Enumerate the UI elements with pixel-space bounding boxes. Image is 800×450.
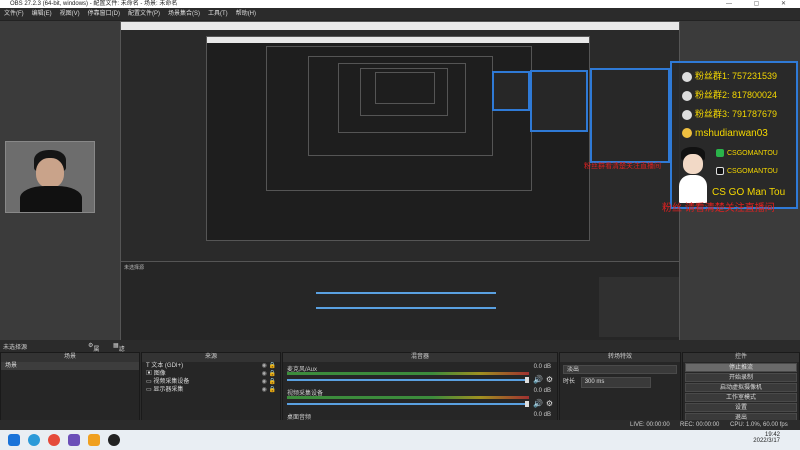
source-toolbar: 未选择源 ⚙ 属性 ▦ 滤镜 (0, 340, 800, 362)
menu-help[interactable]: 帮助(H) (232, 8, 260, 21)
fan-group-1: 粉丝群1: 757231539 (682, 69, 777, 84)
gear-icon[interactable]: ⚙ (546, 375, 553, 384)
mixer-channel: 视频采集设备 0.0 dB 🔊 ⚙ (287, 388, 553, 408)
app-icon[interactable] (68, 434, 80, 446)
menu-docks[interactable]: 停靠窗口(D) (84, 8, 124, 21)
menu-file[interactable]: 文件(F) (0, 8, 28, 21)
menu-tools[interactable]: 工具(T) (204, 8, 232, 21)
studio-mode-button[interactable]: 工作室模式 (685, 393, 797, 402)
text-icon: T (146, 363, 150, 369)
source-item[interactable]: ▭ 显示器采集 ◉ 🔒 (142, 386, 280, 394)
status-bar: LIVE: 00:00:00 REC: 00:00:00 CPU: 1.0%, … (0, 420, 800, 430)
window-title: OBS 27.2.3 (64-bit, windows) - 配置文件: 未命名… (10, 1, 178, 7)
scenes-header: 场景 (1, 353, 139, 362)
mixer-channel: 麦克风/Aux 0.0 dB 🔊 ⚙ (287, 364, 553, 384)
avatar-icon (682, 71, 692, 82)
source-item[interactable]: T 文本 (GDI+) ◉ 🔒 (142, 362, 280, 370)
red-caption: 粉丝 请看清楚关注直播间 (662, 203, 775, 214)
menubar: 文件(F) 编辑(E) 视图(V) 停靠窗口(D) 配置文件(P) 场景集合(S) 工具(T… (0, 8, 800, 21)
chrome-icon[interactable] (48, 434, 60, 446)
wechat-row: CSGOMANTOU (716, 149, 778, 157)
speaker-icon[interactable]: 🔊 (533, 375, 543, 384)
edge-icon[interactable] (28, 434, 40, 446)
avatar-icon (682, 90, 692, 101)
gear-icon[interactable]: ⚙ (546, 399, 553, 408)
duration-input[interactable]: 300 ms (580, 377, 651, 388)
handle-row: CS GO Man Tou (712, 187, 786, 198)
stop-streaming-button[interactable]: 停止推流 (685, 363, 797, 372)
fan-group-3: 粉丝群3: 791787679 (682, 107, 777, 122)
nested-info-box (530, 70, 588, 132)
menu-view[interactable]: 视图(V) (56, 8, 84, 21)
cpu-fps: CPU: 1.0%, 60.00 fps (730, 422, 788, 428)
virtual-camera-button[interactable]: 启动虚拟摄像机 (685, 383, 797, 392)
fan-info-box: 粉丝群1: 757231539 粉丝群2: 817800024 粉丝群3: 79… (670, 61, 798, 209)
source-item[interactable]: ▣ 图像 ◉ 🔒 (142, 370, 280, 378)
fan-group-2: 粉丝群2: 817800024 (682, 88, 777, 103)
nested-obs-frame (375, 72, 435, 104)
eye-icon[interactable]: ◉ 🔒 (262, 370, 276, 378)
controls-header: 控件 (683, 353, 799, 362)
image-icon: ▣ (146, 371, 153, 377)
preview-canvas[interactable]: 粉丝群看清楚关注直播间 未选择源 粉丝群1: 757231539 粉丝群2: 8… (0, 21, 800, 340)
window-controls[interactable]: — ▢ ✕ (726, 0, 796, 8)
volume-slider[interactable] (287, 379, 529, 381)
duration-row: 时长 300 ms (563, 377, 677, 388)
avatar-icon (682, 109, 692, 120)
properties-button[interactable]: ⚙ 属性 (88, 342, 99, 362)
mixer-header: 混音器 (283, 353, 557, 362)
app-icon[interactable] (88, 434, 100, 446)
nested-preview-label: 未选择源 (124, 265, 145, 271)
rec-timer: REC: 00:00:00 (680, 422, 720, 428)
windows-start-icon[interactable] (8, 434, 20, 446)
menu-scene-collection[interactable]: 场景集合(S) (164, 8, 204, 21)
sources-header: 来源 (142, 353, 280, 362)
volume-knob[interactable] (525, 401, 529, 407)
settings-button[interactable]: 设置 (685, 403, 797, 412)
speaker-icon[interactable]: 🔊 (533, 399, 543, 408)
nested-red-caption: 粉丝群看清楚关注直播间 (584, 163, 661, 170)
no-source-label: 未选择源 (3, 345, 28, 351)
system-clock[interactable]: 19:42 2022/3/17 (753, 432, 780, 444)
menu-profile[interactable]: 配置文件(P) (124, 8, 164, 21)
obs-icon[interactable] (108, 434, 120, 446)
camera-icon: ▭ (146, 379, 152, 385)
nested-info-box (590, 68, 670, 163)
eye-icon[interactable]: ◉ 🔒 (262, 386, 276, 394)
transitions-header: 转场特效 (560, 353, 680, 362)
start-recording-button[interactable]: 开始录制 (685, 373, 797, 382)
cartoon-avatar (677, 145, 709, 205)
filters-button[interactable]: ▦ 滤镜 (113, 342, 125, 362)
emoji-icon (682, 128, 692, 139)
webcam-frame (5, 141, 95, 213)
nested-info-box (492, 71, 530, 111)
volume-knob[interactable] (525, 377, 529, 383)
streamer-name: mshudianwan03 (682, 126, 768, 141)
live-timer: LIVE: 00:00:00 (630, 422, 670, 428)
wechat-icon (716, 149, 724, 157)
monitor-icon: ▭ (146, 387, 152, 393)
window-titlebar: OBS 27.2.3 (64-bit, windows) - 配置文件: 未命名… (0, 0, 800, 8)
eye-icon[interactable]: ◉ 🔒 (262, 378, 276, 386)
windows-taskbar: 19:42 2022/3/17 (0, 430, 800, 450)
douyin-row: CSGOMANTOU (716, 167, 778, 175)
nested-obs-docks: 未选择源 (120, 261, 680, 340)
volume-slider[interactable] (287, 403, 529, 405)
douyin-icon (716, 167, 724, 175)
transition-select[interactable]: 淡出 (563, 365, 677, 374)
scene-item[interactable]: 场景 (1, 362, 139, 370)
menu-edit[interactable]: 编辑(E) (28, 8, 56, 21)
source-item[interactable]: ▭ 视频采集设备 ◉ 🔒 (142, 378, 280, 386)
eye-icon[interactable]: ◉ 🔒 (262, 362, 276, 370)
